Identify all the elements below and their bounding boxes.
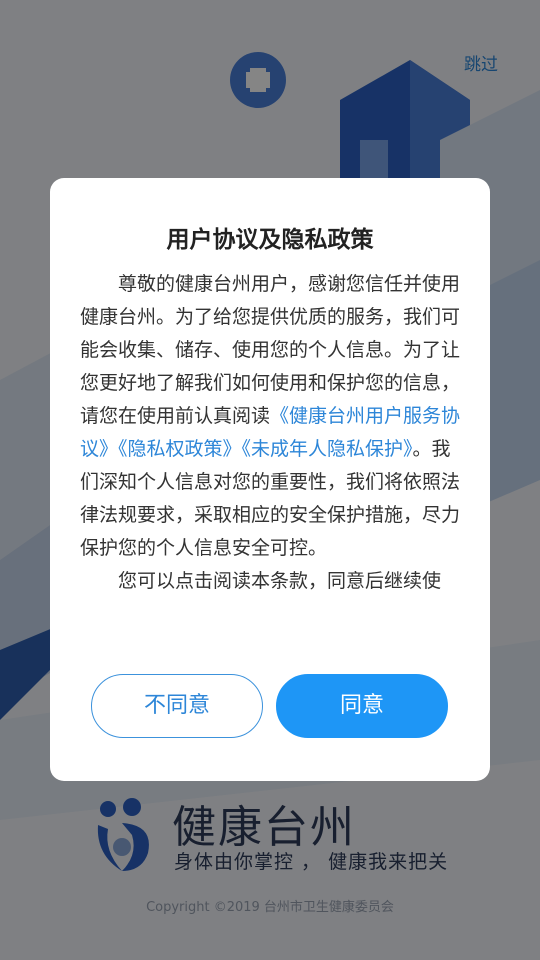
agreement-text-intro: 尊敬的健康台州用户，感谢您信任并使用健康台州。为了给您提供优质的服务，我们可能会…: [80, 273, 461, 427]
privacy-policy-link[interactable]: 《隐私权政策》: [118, 438, 242, 460]
agree-button[interactable]: 同意: [276, 674, 448, 738]
agreement-paragraph: 尊敬的健康台州用户，感谢您信任并使用健康台州。为了给您提供优质的服务，我们可能会…: [80, 268, 464, 565]
minor-privacy-link[interactable]: 《未成年人隐私保护》: [242, 438, 413, 460]
dialog-body[interactable]: 尊敬的健康台州用户，感谢您信任并使用健康台州。为了给您提供优质的服务，我们可能会…: [80, 268, 464, 630]
privacy-dialog: 用户协议及隐私政策 尊敬的健康台州用户，感谢您信任并使用健康台州。为了给您提供优…: [50, 178, 490, 781]
consent-paragraph: 您可以点击阅读本条款，同意后继续使: [118, 570, 442, 592]
disagree-button[interactable]: 不同意: [91, 674, 263, 738]
dialog-title: 用户协议及隐私政策: [166, 227, 374, 253]
